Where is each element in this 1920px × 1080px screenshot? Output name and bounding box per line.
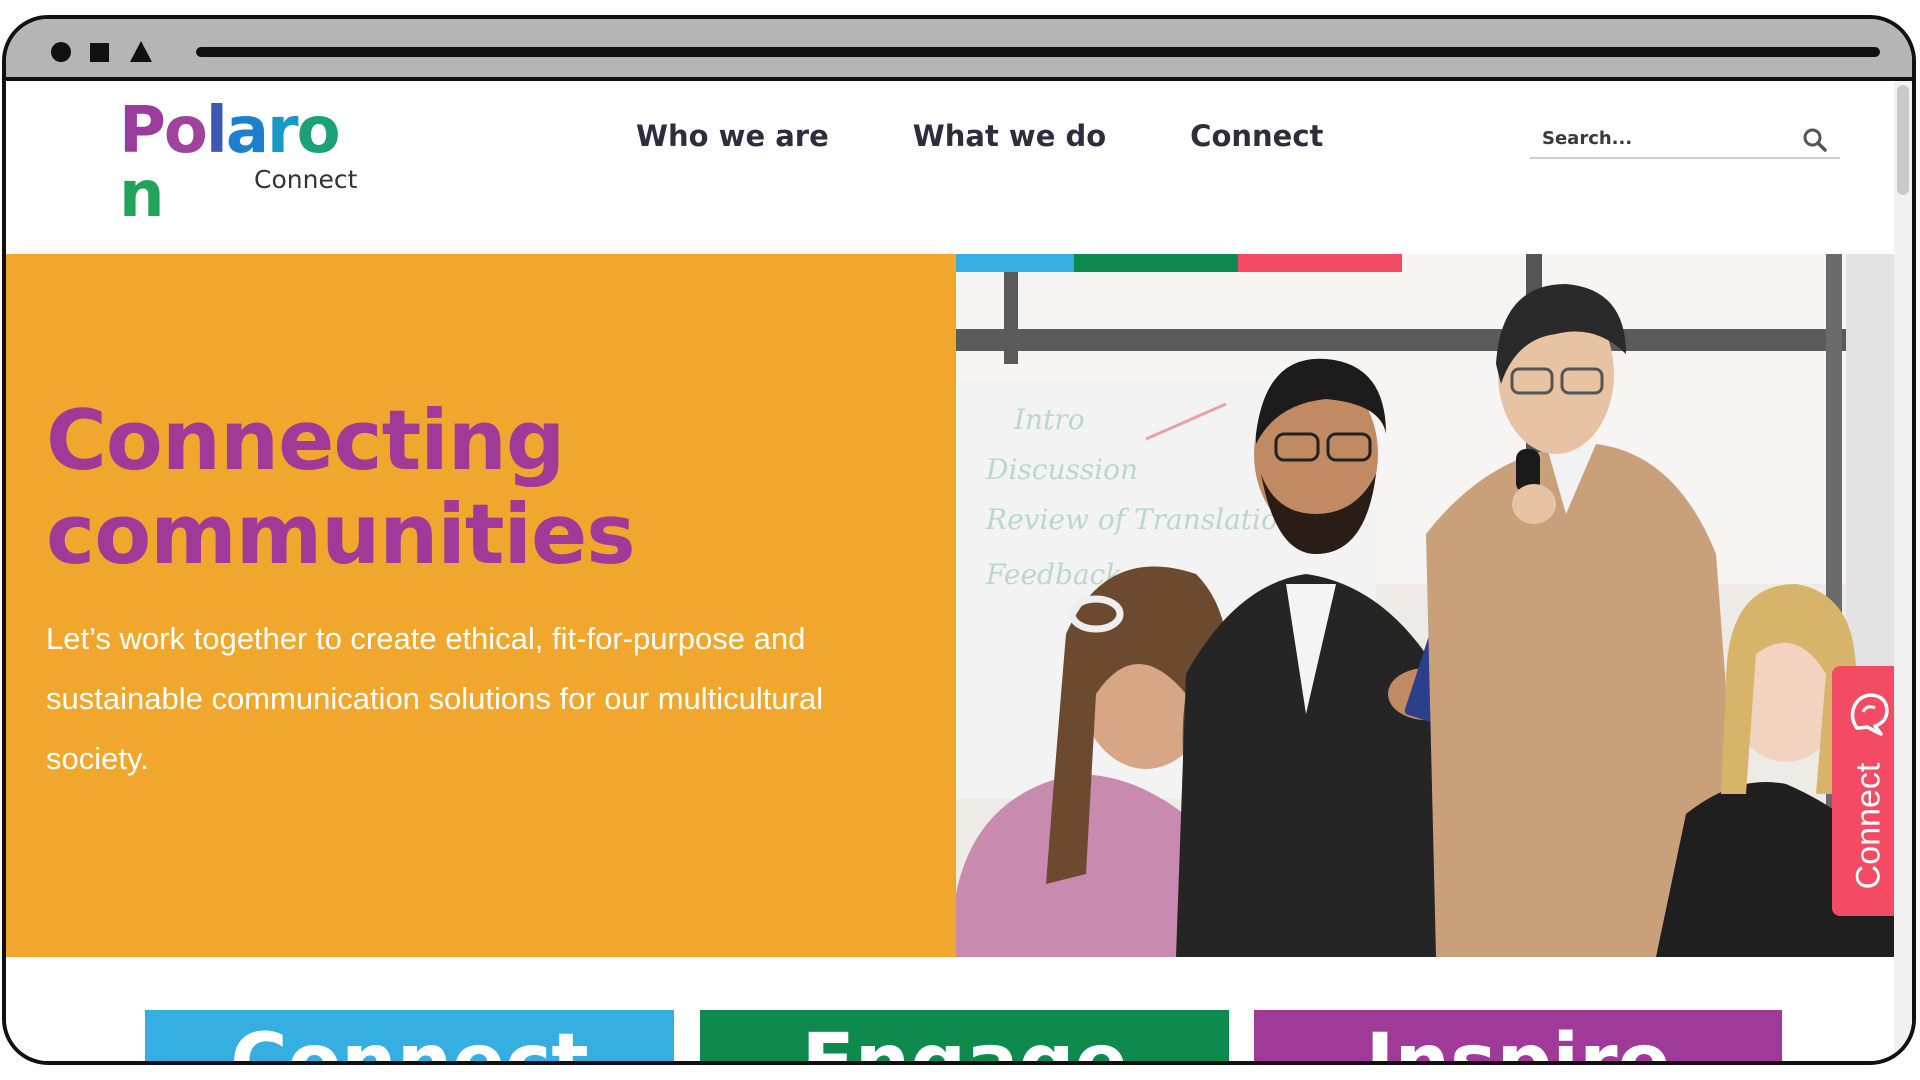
window-triangle-icon[interactable] [130, 41, 152, 62]
search-box [1530, 121, 1840, 159]
whiteboard-text: Intro [1013, 403, 1085, 436]
card-label: Engage [801, 1018, 1128, 1065]
scrollbar-thumb[interactable] [1897, 85, 1909, 195]
logo-letter: o [296, 94, 341, 168]
people-discussion-photo: Intro Discussion Review of Translation F… [956, 254, 1904, 957]
hero-panel: Connecting communities Let’s work togeth… [6, 254, 956, 957]
accent-bar-green [1074, 254, 1238, 272]
nav-who-we-are[interactable]: Who we are [636, 119, 829, 153]
logo-letter: l [205, 94, 228, 168]
hero-title-line: communities [46, 486, 636, 583]
card-label: Connect [230, 1018, 589, 1065]
logo-letter: r [267, 94, 299, 168]
logo-subtitle: Connect [254, 165, 358, 194]
main-nav: Who we are What we do Connect [636, 119, 1323, 153]
floating-tab-label: Connect [1849, 762, 1888, 890]
search-input[interactable] [1542, 123, 1792, 153]
browser-window: Polaron Connect Who we are What we do Co… [2, 15, 1916, 1065]
window-square-icon[interactable] [90, 43, 109, 62]
chat-bubble-icon [1850, 693, 1889, 736]
hero-title: Connecting communities [46, 392, 636, 583]
accent-bar-red [1238, 254, 1402, 272]
nav-connect[interactable]: Connect [1190, 119, 1323, 153]
page-viewport: Polaron Connect Who we are What we do Co… [6, 81, 1912, 1065]
logo-letter: P [119, 94, 166, 168]
whiteboard-text: Discussion [985, 453, 1138, 486]
card-connect[interactable]: Connect [145, 1010, 674, 1065]
logo-letter: n [119, 158, 165, 232]
card-label: Inspire [1365, 1018, 1671, 1065]
logo-letter: o [163, 94, 208, 168]
logo-wordmark: Polaron [119, 99, 359, 227]
search-icon[interactable] [1802, 127, 1828, 153]
card-inspire[interactable]: Inspire [1254, 1010, 1782, 1065]
nav-what-we-do[interactable]: What we do [913, 119, 1106, 153]
browser-chrome [6, 19, 1912, 81]
hero-title-line: Connecting [46, 392, 565, 489]
card-engage[interactable]: Engage [700, 1010, 1229, 1065]
whiteboard-text: Review of Translation [985, 503, 1296, 536]
logo-letter: a [225, 94, 269, 168]
polaron-connect-logo[interactable]: Polaron Connect [119, 99, 359, 227]
hero-photo: Intro Discussion Review of Translation F… [956, 254, 1904, 957]
vertical-scrollbar[interactable] [1894, 81, 1912, 1061]
accent-bar-blue [956, 254, 1074, 272]
hero-description: Let’s work together to create ethical, f… [46, 621, 824, 776]
address-bar[interactable] [196, 47, 1880, 57]
window-dot-icon[interactable] [51, 42, 71, 62]
